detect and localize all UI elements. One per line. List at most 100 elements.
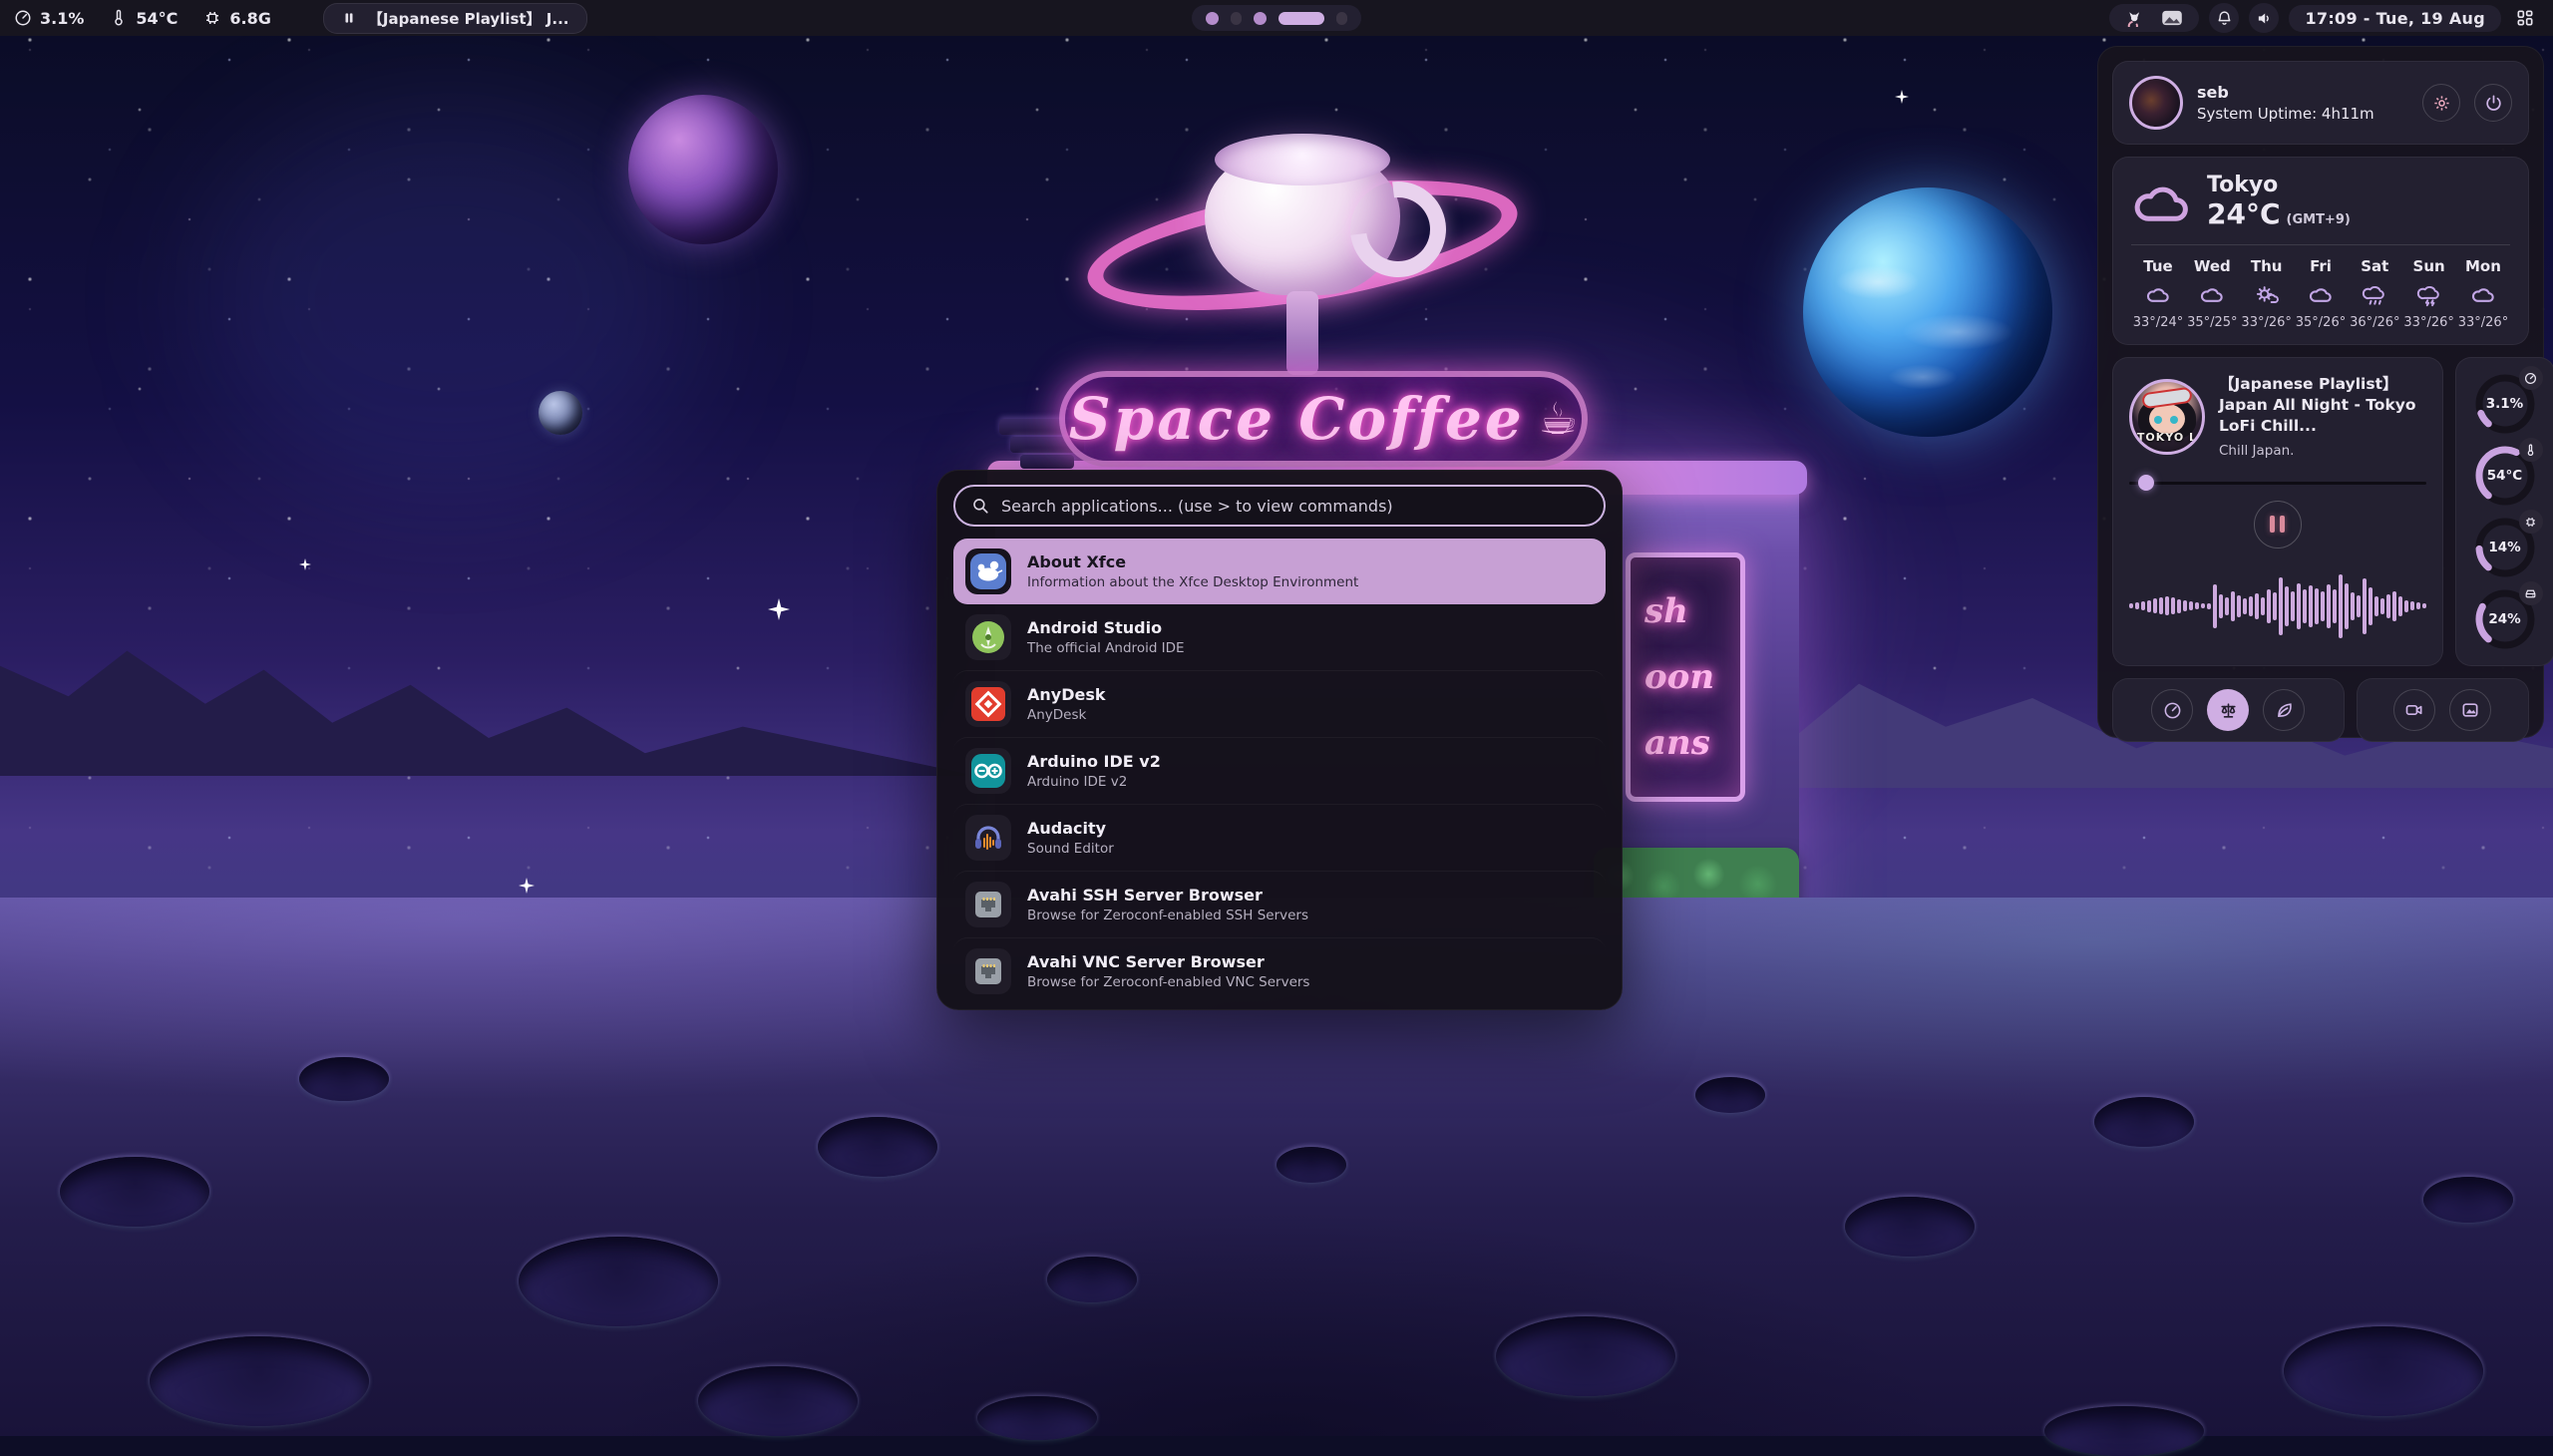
avatar[interactable] (2129, 76, 2183, 130)
shop-neon-window: sh oon ans (1626, 552, 1745, 802)
app-desc: Browse for Zeroconf-enabled VNC Servers (1027, 974, 1309, 990)
power-icon (2484, 94, 2503, 113)
app-launcher-popup: About Xfce Information about the Xfce De… (936, 470, 1623, 1010)
search-input[interactable] (1001, 497, 1588, 516)
small-moon (539, 391, 582, 435)
waveform-bar (2303, 589, 2307, 623)
temperature-value: 54°C (136, 9, 178, 28)
workspace-switcher[interactable] (1192, 5, 1361, 31)
system-uptime: System Uptime: 4h11m (2197, 105, 2408, 123)
now-playing-pill[interactable]: 【Japanese Playlist】 J... (323, 3, 588, 34)
waveform-bar (2135, 602, 2139, 609)
giant-coffee-cup (1205, 148, 1400, 295)
forecast-temps: 33°/26° (2241, 315, 2291, 330)
screenshot-button[interactable] (2449, 689, 2491, 731)
waveform-bar (2291, 591, 2295, 621)
forecast-day-sun: Sun 33°/26° (2402, 257, 2456, 330)
play-pause-button[interactable] (2254, 501, 2302, 548)
forecast-day-label: Mon (2465, 257, 2501, 275)
forecast-day-label: Tue (2143, 257, 2172, 275)
capture-group (2357, 678, 2529, 742)
waveform-bar (2309, 585, 2313, 627)
waveform-bar (2321, 591, 2325, 621)
system-gauges-panel: 3.1% 54°C 14% (2455, 357, 2553, 666)
profile-balanced-button[interactable] (2207, 689, 2249, 731)
weather-timezone: (GMT+9) (2287, 212, 2351, 227)
app-row-anydesk[interactable]: AnyDesk AnyDesk (953, 670, 1606, 737)
waveform-bar (2255, 593, 2259, 619)
app-desc: Sound Editor (1027, 841, 1114, 857)
memory-value: 6.8G (229, 9, 270, 28)
network-port-icon (965, 882, 1011, 927)
workspace-dot-1[interactable] (1206, 12, 1219, 25)
app-name: Avahi SSH Server Browser (1027, 886, 1308, 906)
profile-performance-button[interactable] (2151, 689, 2193, 731)
now-playing-label: 【Japanese Playlist】 J... (368, 8, 569, 29)
memory-stat[interactable]: 6.8G (203, 9, 270, 28)
settings-button[interactable] (2422, 84, 2460, 122)
volume-button[interactable] (2249, 3, 2279, 33)
forecast-day-wed: Wed 35°/25° (2185, 257, 2239, 330)
pet-widget-icon[interactable] (2125, 9, 2145, 27)
app-row-arduino[interactable]: Arduino IDE v2 Arduino IDE v2 (953, 737, 1606, 804)
temperature-stat[interactable]: 54°C (110, 9, 178, 28)
waveform-bar (2195, 602, 2199, 609)
system-tray: 17:09 - Tue, 19 Aug (2109, 3, 2539, 33)
forecast-day-fri: Fri 35°/26° (2294, 257, 2348, 330)
thermometer-icon (110, 9, 128, 27)
forecast-day-tue: Tue 33°/24° (2131, 257, 2185, 330)
cpu-usage-stat[interactable]: 3.1% (14, 9, 84, 28)
seek-thumb[interactable] (2138, 475, 2154, 491)
app-row-avahi-ssh[interactable]: Avahi SSH Server Browser Browse for Zero… (953, 871, 1606, 937)
waveform-bar (2141, 601, 2145, 610)
waveform-bar (2327, 584, 2331, 628)
album-art[interactable]: TOKYO L (2129, 379, 2205, 455)
waveform-bar (2279, 577, 2283, 635)
forecast-temps: 33°/26° (2458, 315, 2508, 330)
track-subtitle: Chill Japan. (2219, 443, 2426, 459)
gauge-cpu-load: 3.1% (2469, 368, 2541, 440)
workspace-dot-4-active[interactable] (1278, 12, 1324, 25)
workspace-dot-3[interactable] (1254, 12, 1267, 25)
overview-button[interactable] (2511, 8, 2539, 28)
bell-icon (2216, 10, 2233, 27)
workspace-dot-2[interactable] (1231, 12, 1242, 25)
waveform-bar (2398, 596, 2402, 616)
user-card: seb System Uptime: 4h11m (2112, 61, 2529, 145)
wallpaper-icon[interactable] (2161, 10, 2183, 26)
top-panel: 3.1% 54°C 6.8G 【Japanese Playlist】 J... (0, 0, 2553, 36)
weather-widget[interactable]: Tokyo 24°C (GMT+9) Tue 33°/24° Wed 35°/2… (2112, 157, 2529, 345)
image-icon (2460, 700, 2480, 720)
waveform-bar (2201, 603, 2205, 608)
app-row-android-studio[interactable]: Android Studio The official Android IDE (953, 604, 1606, 670)
power-profile-group (2112, 678, 2345, 742)
waveform-bar (2351, 592, 2355, 620)
anydesk-icon (965, 681, 1011, 727)
app-row-audacity[interactable]: Audacity Sound Editor (953, 804, 1606, 871)
workspace-dot-5[interactable] (1336, 12, 1347, 25)
app-results-list: About Xfce Information about the Xfce De… (953, 539, 1606, 1004)
gear-icon (2432, 94, 2451, 113)
cloud-rain-icon (2361, 283, 2388, 307)
seek-slider[interactable] (2129, 475, 2426, 491)
network-port-icon (965, 948, 1011, 994)
app-row-avahi-vnc[interactable]: Avahi VNC Server Browser Browse for Zero… (953, 937, 1606, 1004)
tray-widgets-pill (2109, 4, 2199, 32)
app-name: AnyDesk (1027, 685, 1106, 705)
clock[interactable]: 17:09 - Tue, 19 Aug (2289, 5, 2501, 32)
profile-powersave-button[interactable] (2263, 689, 2305, 731)
cloud-sun-icon (2253, 283, 2281, 307)
waveform-bar (2213, 584, 2217, 628)
notifications-button[interactable] (2209, 3, 2239, 33)
launcher-search[interactable] (953, 485, 1606, 527)
overview-grid-icon (2515, 8, 2535, 28)
waveform-bar (2363, 578, 2367, 634)
forecast-day-label: Thu (2251, 257, 2283, 275)
speedometer-icon (2519, 366, 2543, 390)
waveform-bar (2369, 587, 2372, 625)
widgets-sidebar: seb System Uptime: 4h11m Tokyo 24°C (GMT… (2097, 46, 2544, 738)
app-row-about-xfce[interactable]: About Xfce Information about the Xfce De… (953, 539, 1606, 604)
screen-record-button[interactable] (2393, 689, 2435, 731)
power-button[interactable] (2474, 84, 2512, 122)
gauge-temperature: 54°C (2469, 440, 2541, 512)
